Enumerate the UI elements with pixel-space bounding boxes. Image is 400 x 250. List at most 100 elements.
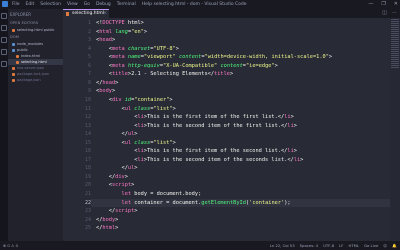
line-number: 3 bbox=[87, 37, 91, 44]
status-item[interactable]: ☺ bbox=[383, 241, 387, 250]
line-number: 17 bbox=[84, 156, 91, 163]
status-item[interactable]: HTML bbox=[348, 241, 359, 250]
tree-item-label: package.json bbox=[17, 78, 41, 82]
code-line[interactable]: </head> bbox=[96, 79, 118, 88]
code-line[interactable]: let container = document.getElementById(… bbox=[96, 199, 291, 208]
line-number: 11 bbox=[84, 105, 91, 112]
code-line[interactable]: </html> bbox=[96, 224, 118, 233]
debug-icon[interactable] bbox=[1, 49, 7, 55]
title-bar: File Edit Selection View Go Debug Termin… bbox=[0, 0, 400, 9]
code-line[interactable]: <li>This is the second item of the first… bbox=[96, 122, 297, 131]
open-editors-header[interactable]: OPEN EDITORS bbox=[8, 19, 63, 27]
status-right: Ln 22, Col 53 Spaces: 4 UTF-8 LF HTML Go Live… bbox=[270, 241, 397, 250]
editor-actions: ◫ ⋯ bbox=[382, 9, 397, 18]
html-file-icon bbox=[66, 12, 69, 16]
minimap-line bbox=[391, 35, 399, 36]
extensions-icon[interactable] bbox=[1, 61, 7, 67]
tree-item-label: node_modules bbox=[17, 42, 44, 46]
code-line[interactable]: <meta name="viewport" content="width=dev… bbox=[96, 53, 332, 62]
status-item[interactable]: UTF-8 bbox=[323, 241, 334, 250]
code-line[interactable]: let body = document.body; bbox=[96, 190, 202, 199]
menu-debug[interactable]: Debug bbox=[96, 0, 111, 9]
status-item[interactable]: Go Live bbox=[364, 241, 378, 250]
menu-selection[interactable]: Selection bbox=[40, 0, 61, 9]
status-item[interactable]: 🔔 bbox=[392, 241, 397, 250]
code-line[interactable]: <script> bbox=[96, 181, 135, 190]
minimap-line bbox=[391, 49, 399, 50]
line-number: 5 bbox=[87, 54, 91, 61]
tab-close-icon[interactable]: × bbox=[103, 10, 107, 18]
source-control-icon[interactable] bbox=[1, 37, 7, 43]
line-number: 8 bbox=[87, 79, 91, 86]
status-item[interactable]: Spaces: 4 bbox=[300, 241, 318, 250]
file-icon bbox=[16, 60, 19, 64]
html-file-icon bbox=[12, 28, 15, 32]
maximize-button[interactable]: ❐ bbox=[381, 0, 385, 9]
code-line[interactable]: </script> bbox=[96, 207, 138, 216]
line-number: 6 bbox=[87, 62, 91, 69]
tab-selecting-html[interactable]: selecting.html × bbox=[63, 9, 109, 18]
line-number: 20 bbox=[84, 182, 91, 189]
code-line[interactable]: </div> bbox=[96, 173, 128, 182]
file-icon bbox=[12, 66, 15, 70]
minimap-line bbox=[391, 61, 399, 62]
line-number: 16 bbox=[84, 148, 91, 155]
file-tree: node_modules public index.html selecting.ht… bbox=[8, 41, 63, 83]
code-line[interactable]: <meta charset="UTF-8"> bbox=[96, 45, 179, 54]
code-line[interactable]: <li>This is the second item of the secon… bbox=[96, 156, 303, 165]
code-line[interactable]: <title>2.1 - Selecting Elements</title> bbox=[96, 70, 233, 79]
code-line[interactable]: </ul> bbox=[96, 130, 138, 139]
line-number: 12 bbox=[84, 114, 91, 121]
minimap-line bbox=[391, 21, 399, 22]
split-editor-icon[interactable]: ◫ bbox=[382, 9, 387, 18]
tab-label: selecting.html bbox=[72, 11, 105, 16]
minimap-line bbox=[391, 53, 399, 54]
minimap-line bbox=[391, 41, 399, 42]
status-item[interactable]: Ln 22, Col 53 bbox=[270, 241, 295, 250]
search-icon[interactable] bbox=[1, 25, 7, 31]
minimap-line bbox=[391, 23, 399, 24]
code-line[interactable]: </body> bbox=[96, 216, 118, 225]
minimize-button[interactable]: — bbox=[368, 0, 373, 9]
code-line[interactable]: <ul class="list"> bbox=[96, 105, 176, 114]
menu-go[interactable]: Go bbox=[84, 0, 90, 9]
minimap-line bbox=[391, 25, 399, 26]
code-line[interactable]: <head> bbox=[96, 36, 115, 45]
menu-edit[interactable]: Edit bbox=[26, 0, 35, 9]
folder-header[interactable]: DOM bbox=[8, 33, 63, 41]
explorer-icon[interactable] bbox=[1, 13, 7, 19]
menu-view[interactable]: View bbox=[67, 0, 78, 9]
line-number: 14 bbox=[84, 131, 91, 138]
menu-file[interactable]: File bbox=[12, 0, 20, 9]
folder-icon bbox=[12, 48, 15, 52]
more-actions-icon[interactable]: ⋯ bbox=[392, 9, 397, 18]
code-line[interactable]: <li>This is the first item of the first … bbox=[96, 113, 294, 122]
line-number: 7 bbox=[87, 71, 91, 78]
code-line[interactable]: <li>This is the first item of the second… bbox=[96, 147, 297, 156]
code-line[interactable]: <div id="container"> bbox=[96, 96, 173, 105]
code-line[interactable]: <ul class="list"> bbox=[96, 139, 176, 148]
explorer-sidebar: EXPLORER OPEN EDITORS selecting.html pub… bbox=[8, 9, 63, 241]
code-line[interactable]: <body> bbox=[96, 87, 115, 96]
status-bar: ⊗ 0 ⚠ 0 Ln 22, Col 53 Spaces: 4 UTF-8 LF HTM… bbox=[0, 241, 400, 250]
tree-item-label: index.html bbox=[21, 54, 41, 58]
code-line[interactable]: <meta http-equiv="X-UA-Compatible" conte… bbox=[96, 62, 278, 71]
code-line[interactable]: <html lang="en"> bbox=[96, 28, 147, 37]
code-line[interactable]: <!DOCTYPE html> bbox=[96, 19, 144, 28]
minimap-line bbox=[391, 47, 399, 48]
menu-help[interactable]: Help bbox=[142, 0, 152, 9]
line-number: 13 bbox=[84, 122, 91, 129]
code-editor[interactable]: 1 2 3 4 5 6 7 8 9 10 11 12 13 14 15 16 17 18 19 20 21 22 23 24 2… bbox=[63, 18, 400, 241]
tree-item[interactable]: package.json bbox=[8, 77, 63, 83]
line-number: 10 bbox=[84, 96, 91, 103]
minimap-line bbox=[391, 51, 399, 52]
close-window-button[interactable]: ✕ bbox=[394, 0, 398, 9]
menu-terminal[interactable]: Terminal bbox=[117, 0, 136, 9]
line-number: 22 bbox=[84, 199, 91, 206]
problems-indicator[interactable]: ⊗ 0 ⚠ 0 bbox=[3, 241, 18, 250]
code-line[interactable]: </ul> bbox=[96, 164, 138, 173]
line-number: 2 bbox=[87, 28, 91, 35]
status-item[interactable]: LF bbox=[339, 241, 343, 250]
file-icon bbox=[16, 54, 19, 58]
minimap[interactable] bbox=[390, 18, 400, 241]
